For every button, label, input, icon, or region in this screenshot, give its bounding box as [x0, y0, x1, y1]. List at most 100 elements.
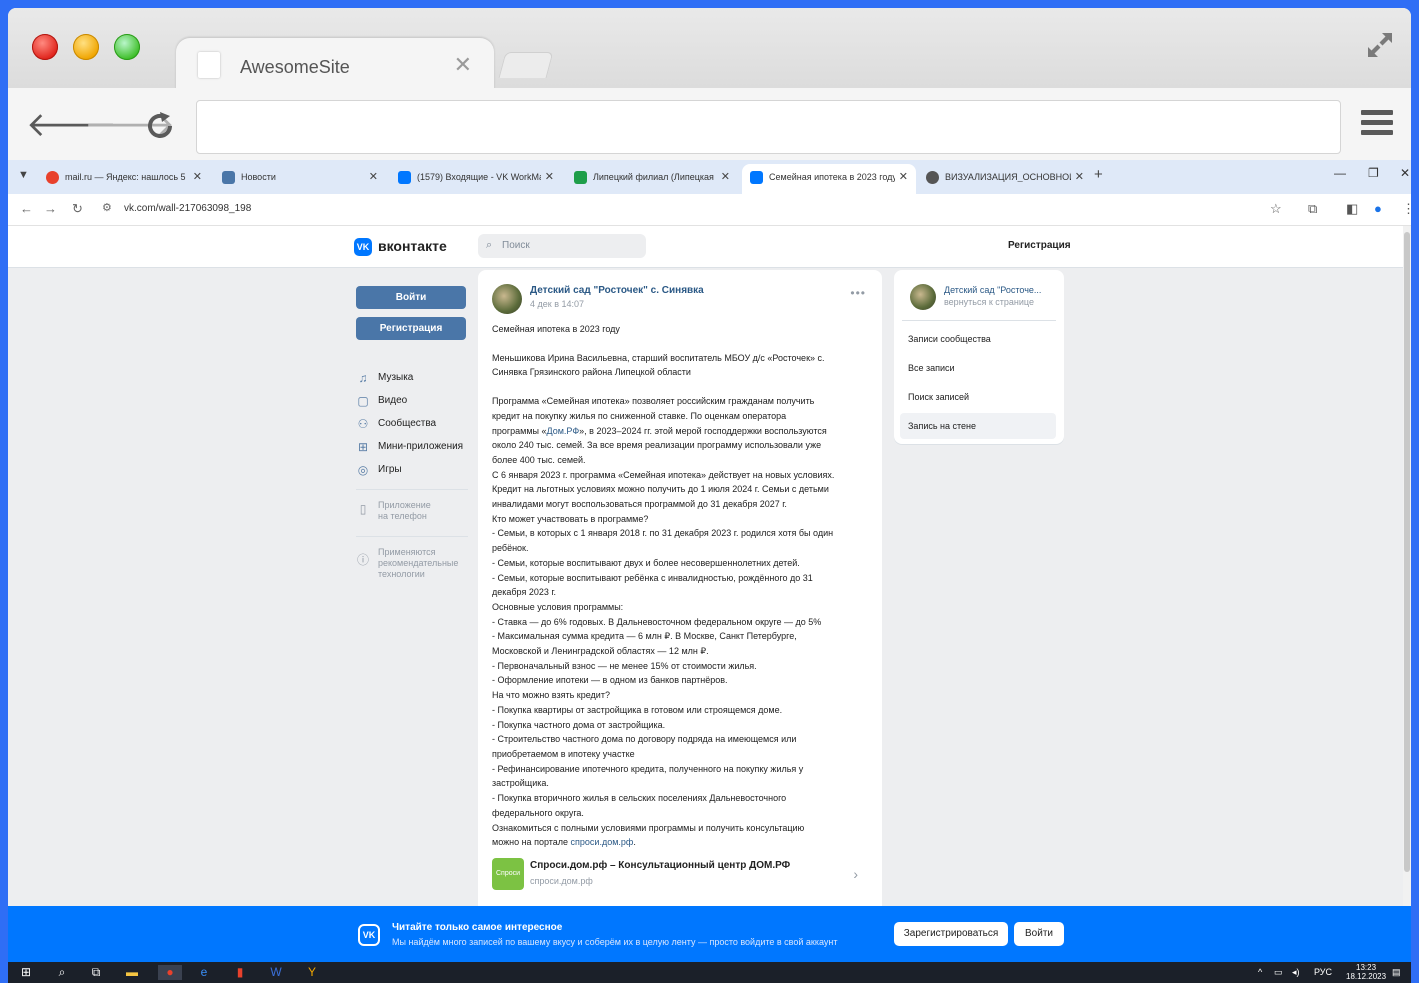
outer-address-bar[interactable] [196, 100, 1341, 154]
register-link[interactable]: Регистрация [1008, 240, 1071, 251]
vk-logo-icon[interactable]: VK [354, 238, 372, 256]
menu-wall-post[interactable]: Запись на стене [900, 413, 1056, 439]
back-to-page-link[interactable]: вернуться к странице [944, 297, 1034, 307]
nav-music[interactable]: ♫ Музыка [356, 368, 468, 391]
tab-visualization[interactable]: ВИЗУАЛИЗАЦИЯ_ОСНОВНОЙ ✕ [918, 164, 1092, 194]
community-avatar[interactable] [910, 284, 936, 310]
reload-icon[interactable] [144, 110, 176, 142]
post-text-segment: Основные условия программы: [492, 601, 624, 612]
post-text-segment: около 240 тыс. семей. За все время реали… [492, 440, 822, 451]
maximize-window-button[interactable] [114, 34, 140, 60]
post-text-segment: Кредит на льготных условиях можно получи… [492, 484, 829, 495]
post-text-line: Кредит на льготных условиях можно получи… [492, 482, 872, 497]
post-text-segment: можно на портале [492, 837, 571, 848]
app-phone-link[interactable]: ▯ Приложение на телефон [356, 496, 468, 530]
file-explorer-icon[interactable]: ▬ [124, 965, 140, 980]
tab-news[interactable]: Новости ✕ [214, 164, 386, 194]
post-text-line: - Строительство частного дома по договор… [492, 732, 872, 747]
banner-register-button[interactable]: Зарегистрироваться [894, 922, 1008, 946]
address-bar: ← → ↻ ⚙ vk.com/wall-217063098_198 ☆ ⧉ ◧ … [8, 194, 1411, 226]
clock[interactable]: 13:23 18.12.2023 [1346, 963, 1386, 981]
scrollbar-thumb[interactable] [1404, 232, 1410, 872]
page-scrollbar[interactable] [1403, 226, 1411, 906]
tab-active-vk[interactable]: Семейная ипотека в 2023 году ✕ [742, 164, 916, 194]
close-window-icon[interactable]: ✕ [1400, 166, 1410, 180]
site-settings-icon[interactable]: ⚙ [102, 201, 112, 214]
music-icon: ♫ [358, 371, 368, 385]
url-field[interactable]: vk.com/wall-217063098_198 [124, 203, 251, 214]
search-input[interactable]: ⌕ Поиск [478, 234, 646, 258]
close-icon[interactable]: ✕ [899, 170, 908, 183]
outer-tab-close-icon[interactable]: ✕ [454, 52, 472, 78]
link-attachment[interactable]: Спроси Спроси.дом.рф – Консультационный … [492, 858, 872, 894]
side-panel-icon[interactable]: ◧ [1346, 201, 1358, 217]
attachment-domain: спроси.дом.рф [530, 876, 593, 886]
close-icon[interactable]: ✕ [369, 170, 378, 183]
register-button[interactable]: Регистрация [356, 317, 466, 340]
network-icon[interactable]: ▭ [1274, 967, 1283, 978]
volume-icon[interactable]: ◂) [1292, 967, 1300, 978]
windows-start-icon[interactable]: ⊞ [18, 965, 34, 980]
login-button[interactable]: Войти [356, 286, 466, 309]
post-text-segment: С 6 января 2023 г. программа «Семейная и… [492, 469, 835, 480]
close-icon[interactable]: ✕ [545, 170, 554, 183]
post-author[interactable]: Детский сад "Росточек" с. Синявка [530, 285, 704, 296]
pdf-icon[interactable]: ▮ [232, 965, 248, 980]
forward-icon[interactable]: → [44, 201, 57, 216]
post-date[interactable]: 4 дек в 14:07 [530, 299, 584, 309]
post-text-line: Синявка Грязинского района Липецкой обла… [492, 365, 872, 380]
tab-mail[interactable]: (1579) Входящие - VK WorkMail ✕ [390, 164, 562, 194]
tab-yandex[interactable]: mail.ru — Яндекс: нашлось 5 · ✕ [38, 164, 210, 194]
minimize-window-button[interactable] [73, 34, 99, 60]
banner-login-button[interactable]: Войти [1014, 922, 1064, 946]
expand-icon[interactable] [1365, 30, 1395, 60]
recommendations-info[interactable]: ⓘ Применяются рекомендательные технологи… [356, 543, 468, 583]
yandex-browser-icon[interactable]: Y [304, 965, 320, 980]
tab-lipetsk[interactable]: Липецкий филиал (Липецкая ✕ [566, 164, 738, 194]
recommend-line: Применяются [378, 547, 436, 557]
search-placeholder: Поиск [502, 240, 530, 251]
language-indicator[interactable]: РУС [1314, 967, 1332, 977]
search-icon[interactable]: ⌕ [54, 965, 70, 980]
minimize-icon[interactable]: — [1334, 166, 1346, 180]
close-icon[interactable]: ✕ [1075, 170, 1084, 183]
menu-search-posts[interactable]: Поиск записей [900, 384, 1056, 410]
menu-all-posts[interactable]: Все записи [900, 355, 1056, 381]
chrome-icon[interactable]: ● [158, 965, 182, 980]
extensions-icon[interactable]: ⧉ [1308, 201, 1317, 217]
outer-new-tab-button[interactable] [498, 52, 554, 78]
close-window-button[interactable] [32, 34, 58, 60]
chrome-menu-icon[interactable]: ⋮ [1402, 201, 1411, 217]
nav-video[interactable]: ▢ Видео [356, 391, 468, 414]
menu-community-posts[interactable]: Записи сообщества [900, 326, 1056, 352]
close-icon[interactable]: ✕ [193, 170, 202, 183]
task-view-icon[interactable]: ⧉ [88, 965, 104, 980]
tab-search-icon[interactable]: ▼ [18, 169, 29, 181]
vk-brand[interactable]: вконтакте [378, 238, 447, 254]
post-text-segment: Кто может участвовать в программе? [492, 513, 649, 524]
word-icon[interactable]: W [268, 965, 284, 980]
post-link[interactable]: спроси.дом.рф [571, 837, 634, 847]
profile-icon[interactable]: ● [1374, 201, 1382, 216]
author-avatar[interactable] [492, 284, 522, 314]
post-link[interactable]: Дом.РФ [547, 426, 580, 436]
back-icon[interactable]: ← [20, 201, 33, 216]
edge-icon[interactable]: e [196, 965, 212, 980]
close-icon[interactable]: ✕ [721, 170, 730, 183]
new-tab-button[interactable]: + [1094, 166, 1103, 183]
more-icon[interactable]: ••• [850, 286, 866, 300]
reload-icon[interactable]: ↻ [72, 201, 83, 217]
hamburger-menu-icon[interactable] [1361, 110, 1393, 136]
restore-icon[interactable]: ❐ [1368, 166, 1379, 180]
nav-mini-apps[interactable]: ⊞ Мини-приложения [356, 437, 468, 460]
post-text-segment: Программа «Семейная ипотека» позволяет р… [492, 396, 815, 407]
community-name[interactable]: Детский сад "Росточе... [944, 285, 1041, 295]
nav-games[interactable]: ◎ Игры [356, 460, 468, 483]
tray-chevron-icon[interactable]: ^ [1258, 967, 1262, 977]
inner-browser: ▼ mail.ru — Яндекс: нашлось 5 · ✕ Новост… [8, 160, 1411, 983]
nav-communities[interactable]: ⚇ Сообщества [356, 414, 468, 437]
bookmark-star-icon[interactable]: ☆ [1270, 201, 1282, 217]
notifications-icon[interactable]: ▤ [1392, 967, 1401, 978]
outer-tab[interactable]: AwesomeSite ✕ [176, 38, 494, 90]
post-text-line: Основные условия программы: [492, 600, 872, 615]
